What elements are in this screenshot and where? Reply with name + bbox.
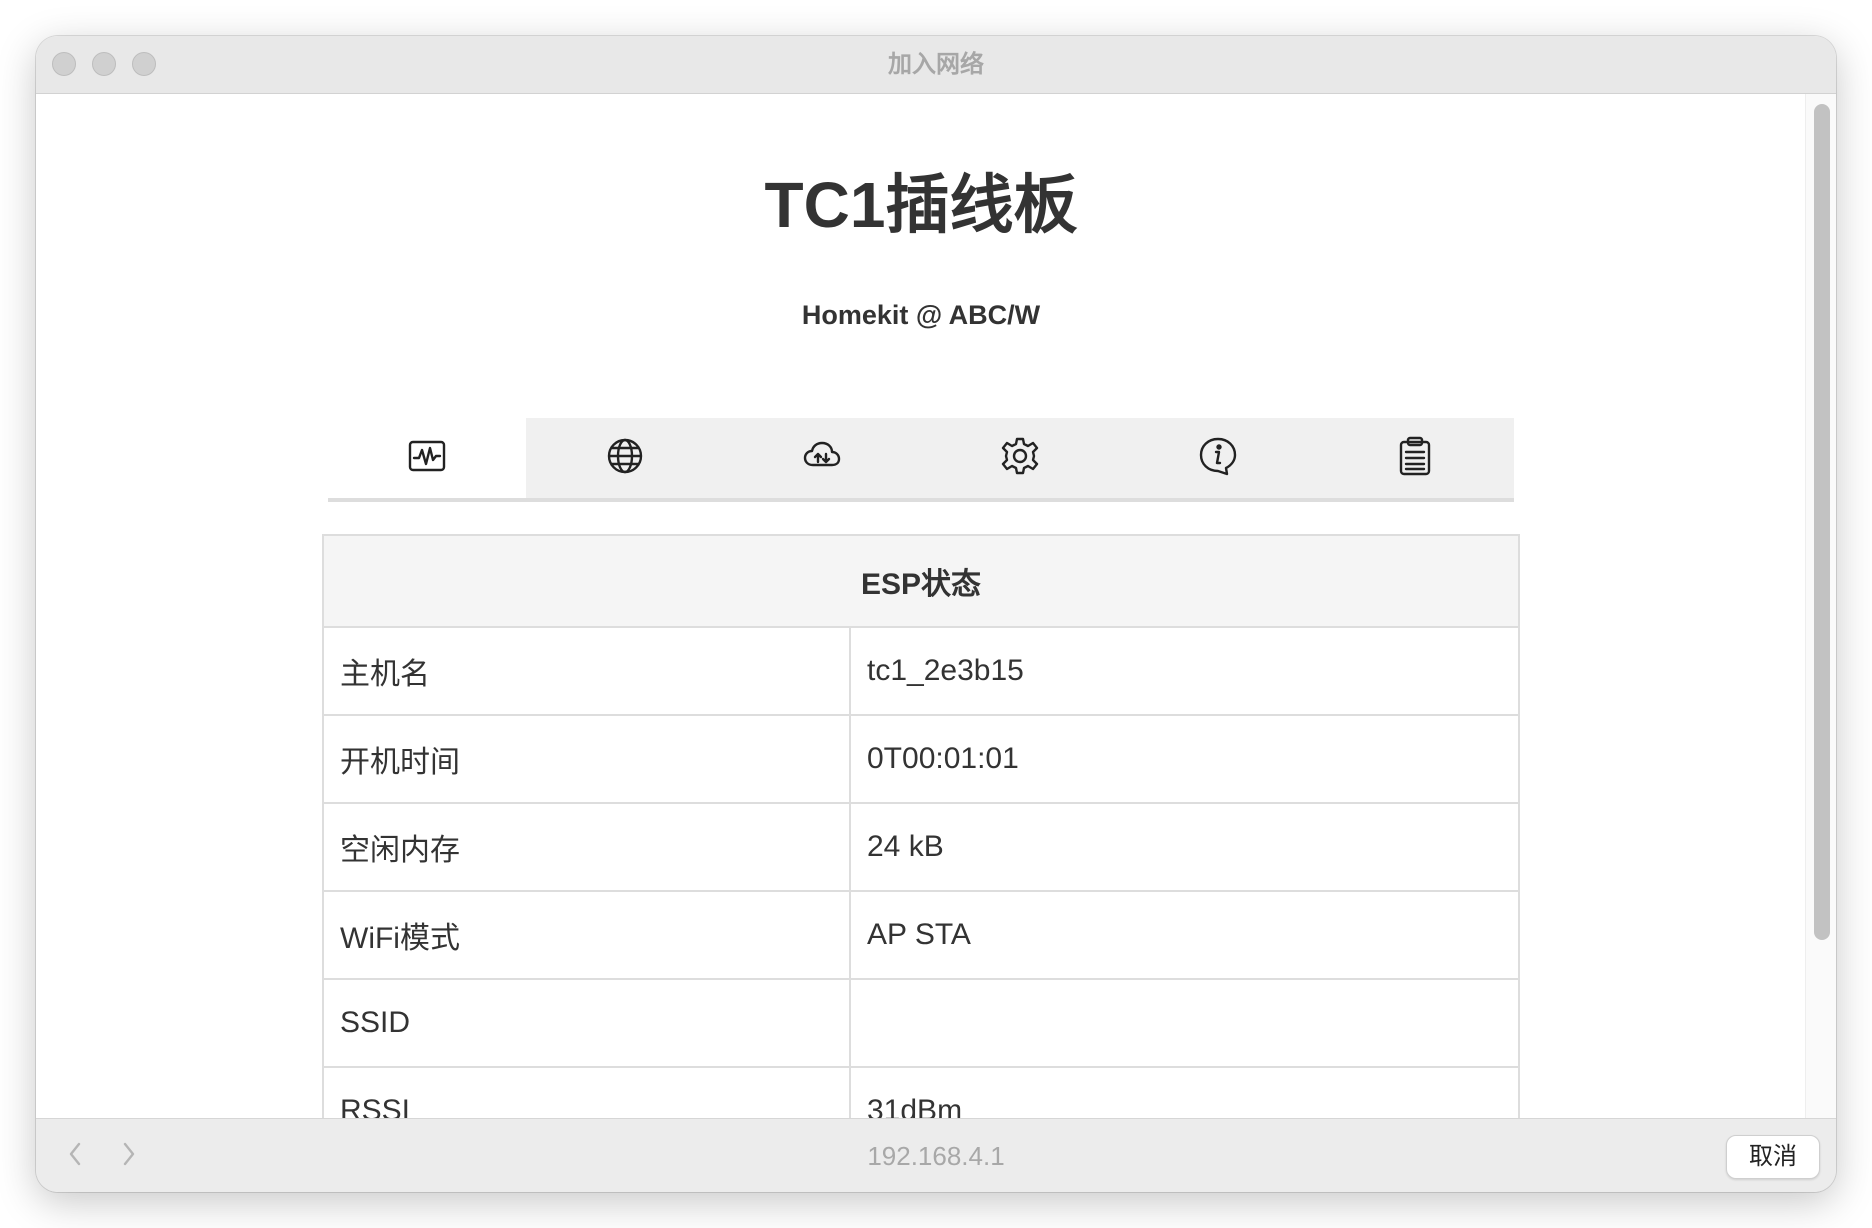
esp-status-table: ESP状态 主机名 tc1_2e3b15 开机时间 0T00:01:01 空闲内… [322, 534, 1520, 1118]
page-subtitle: Homekit @ ABC/W [801, 300, 1041, 330]
vertical-scrollbar[interactable] [1805, 94, 1836, 1118]
row-key: WiFi模式 [322, 890, 851, 980]
row-value: tc1_2e3b15 [849, 626, 1520, 716]
row-value: 31dBm [849, 1066, 1520, 1118]
row-key: 开机时间 [322, 714, 851, 804]
info-icon [1197, 435, 1239, 482]
row-key: RSSI [322, 1066, 851, 1118]
row-value: 0T00:01:01 [849, 714, 1520, 804]
join-network-window: 加入网络 TC1插线板 Homekit @ ABC/W ESP状态 主机名 tc… [36, 36, 1836, 1192]
globe-icon [604, 435, 646, 482]
tab-log[interactable] [1316, 418, 1514, 498]
table-row: SSID [322, 978, 1520, 1068]
web-content: TC1插线板 Homekit @ ABC/W ESP状态 主机名 tc1_2e3… [36, 94, 1836, 1118]
table-row: 开机时间 0T00:01:01 [322, 714, 1520, 804]
clipboard-icon [1394, 435, 1436, 482]
window-title: 加入网络 [888, 51, 984, 78]
gear-icon [999, 435, 1041, 482]
cancel-button[interactable]: 取消 [1726, 1135, 1820, 1179]
scrollbar-thumb[interactable] [1814, 104, 1830, 940]
table-row: 空闲内存 24 kB [322, 802, 1520, 892]
row-value [849, 978, 1520, 1068]
row-value: AP STA [849, 890, 1520, 980]
tab-status[interactable] [328, 418, 526, 498]
table-row: 主机名 tc1_2e3b15 [322, 626, 1520, 716]
tab-info[interactable] [1119, 418, 1317, 498]
row-key: 主机名 [322, 626, 851, 716]
url-label: 192.168.4.1 [867, 1141, 1005, 1171]
page-title: TC1插线板 [764, 169, 1078, 241]
row-key: 空闲内存 [322, 802, 851, 892]
row-key: SSID [322, 978, 851, 1068]
bottom-bar: 192.168.4.1 取消 [36, 1118, 1836, 1192]
tab-settings[interactable] [921, 418, 1119, 498]
tab-bar [328, 418, 1514, 502]
table-row: RSSI 31dBm [322, 1066, 1520, 1118]
tab-network[interactable] [526, 418, 724, 498]
title-bar: 加入网络 [36, 36, 1836, 94]
tab-update[interactable] [723, 418, 921, 498]
row-value: 24 kB [849, 802, 1520, 892]
table-row: WiFi模式 AP STA [322, 890, 1520, 980]
cloud-sync-icon [801, 435, 843, 482]
activity-monitor-icon [406, 435, 448, 482]
table-header: ESP状态 [322, 534, 1520, 628]
